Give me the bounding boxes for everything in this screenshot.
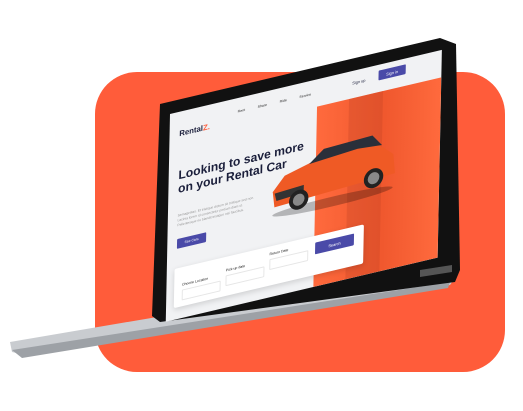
sign-up-link[interactable]: Sign up xyxy=(352,78,365,86)
nav-share[interactable]: Share xyxy=(258,103,267,109)
logo[interactable]: RentalZ. xyxy=(179,122,210,138)
logo-text: Rental xyxy=(179,123,204,139)
see-cars-button[interactable]: See Cars xyxy=(176,232,207,249)
logo-suffix: Z. xyxy=(202,122,210,133)
pickup-field[interactable]: Pick-up date xyxy=(225,259,265,287)
return-field[interactable]: Return Date xyxy=(269,243,309,271)
nav-rent[interactable]: Rent xyxy=(238,108,245,114)
hero-description: Semagestas. Et tristique dictum sit tris… xyxy=(177,195,255,228)
nav-ride[interactable]: Ride xyxy=(280,98,287,104)
search-button[interactable]: Search xyxy=(314,233,355,255)
main-nav: Rent Share Ride Service xyxy=(238,92,311,113)
location-field[interactable]: Choose Location xyxy=(181,274,221,301)
nav-service[interactable]: Service xyxy=(299,92,311,99)
sign-in-button[interactable]: Sign in xyxy=(378,64,406,81)
